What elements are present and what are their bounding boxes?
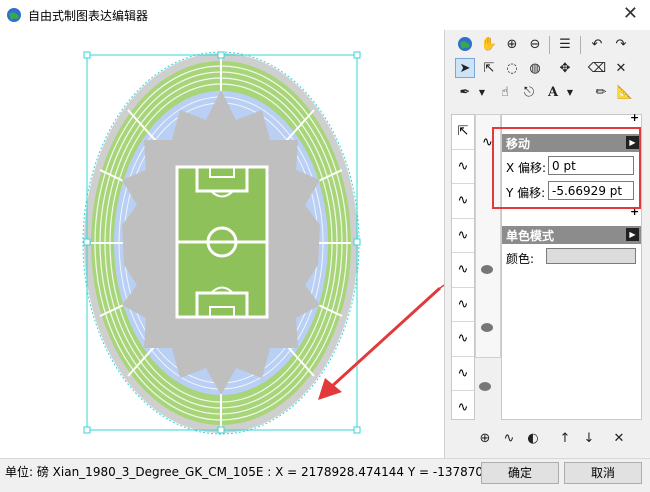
direct-select-icon[interactable]: ⇱ bbox=[479, 58, 499, 78]
properties-icon[interactable]: ☰ bbox=[555, 34, 575, 54]
pan-hand-icon[interactable]: ✋ bbox=[479, 34, 499, 54]
highlight-box bbox=[492, 127, 641, 209]
ok-button[interactable]: 确定 bbox=[481, 462, 559, 484]
play-icon[interactable]: ▶ bbox=[626, 228, 639, 241]
style-item[interactable]: ∿ bbox=[452, 322, 474, 357]
toolbar-row-3: ✒ ▼ ☝ ⎋ A ▼ ✏ 📐 bbox=[455, 82, 645, 104]
drawing-canvas[interactable] bbox=[0, 30, 444, 458]
style-list[interactable]: ⇱ ∿ ∿ ∿ ∿ ∿ ∿ ∿ ∿ bbox=[451, 114, 475, 420]
stadium-drawing[interactable] bbox=[0, 30, 444, 458]
editor-window: 自由式制图表达编辑器 ✕ ✋ ⊕ ⊖ ☰ ↶ ↷ ➤ ⇱ ◌ ◍ ✥ ⌫ ✕ ✒… bbox=[0, 0, 650, 492]
style-item[interactable]: ∿ bbox=[452, 150, 474, 184]
reshape-icon[interactable]: ☝ bbox=[495, 82, 515, 102]
lasso-select-icon[interactable]: ◌ bbox=[502, 58, 522, 78]
layer-fill-icon[interactable] bbox=[481, 323, 493, 332]
style-item[interactable]: ∿ bbox=[452, 288, 474, 322]
select-arrow-icon[interactable]: ➤ bbox=[455, 58, 475, 78]
color-panel-header: 单色模式 ▶ bbox=[502, 226, 641, 244]
globe-icon bbox=[7, 8, 21, 22]
style-item[interactable]: ∿ bbox=[452, 219, 474, 253]
measure-icon[interactable]: ✏ bbox=[591, 82, 611, 102]
ruler-icon[interactable]: 📐 bbox=[615, 82, 635, 102]
move-icon[interactable]: ✥ bbox=[555, 58, 575, 78]
move-down-icon[interactable]: ↓ bbox=[579, 428, 599, 448]
color-panel-title: 单色模式 bbox=[506, 229, 555, 243]
color-label: 颜色: bbox=[506, 252, 535, 266]
lasso-select-alt-icon[interactable]: ◍ bbox=[525, 58, 545, 78]
title-bar: 自由式制图表达编辑器 ✕ bbox=[0, 0, 650, 30]
undo-icon[interactable]: ↶ bbox=[587, 34, 607, 54]
remove-layer-icon[interactable]: ✕ bbox=[609, 428, 629, 448]
style-item[interactable]: ⇱ bbox=[452, 115, 474, 150]
style-item[interactable]: ∿ bbox=[452, 391, 474, 425]
move-up-icon[interactable]: ↑ bbox=[555, 428, 575, 448]
style-item[interactable]: ∿ bbox=[452, 184, 474, 219]
globe-icon[interactable] bbox=[455, 34, 475, 54]
zoom-out-icon[interactable]: ⊖ bbox=[525, 34, 545, 54]
status-bar: 单位: 磅 Xian_1980_3_Degree_GK_CM_105E : X … bbox=[0, 458, 650, 492]
redo-icon[interactable]: ↷ bbox=[611, 34, 631, 54]
toolbar-row-2: ➤ ⇱ ◌ ◍ ✥ ⌫ ✕ bbox=[455, 58, 645, 80]
layer-fill-icon[interactable] bbox=[479, 382, 491, 391]
text-tool-icon[interactable]: A bbox=[543, 82, 563, 102]
status-text: 单位: 磅 Xian_1980_3_Degree_GK_CM_105E : X … bbox=[5, 465, 541, 479]
layer-fill-icon[interactable] bbox=[481, 265, 493, 274]
tool-panel: ✋ ⊕ ⊖ ☰ ↶ ↷ ➤ ⇱ ◌ ◍ ✥ ⌫ ✕ ✒ ▼ ☝ ⎋ A ▼ ✏ … bbox=[444, 30, 650, 458]
chevron-down-icon[interactable]: ▼ bbox=[565, 82, 575, 102]
add-line-layer-icon[interactable]: ∿ bbox=[499, 428, 519, 448]
expand-plus-icon[interactable]: + bbox=[630, 111, 639, 124]
close-icon[interactable]: ✕ bbox=[623, 3, 638, 24]
layer-toolbar: ⊕ ∿ ◐ ↑ ↓ ✕ bbox=[445, 428, 650, 458]
style-item[interactable]: ∿ bbox=[452, 357, 474, 391]
style-item[interactable]: ∿ bbox=[452, 253, 474, 288]
clip-icon[interactable]: ⎋ bbox=[519, 82, 539, 102]
toolbar-row-1: ✋ ⊕ ⊖ ☰ ↶ ↷ bbox=[455, 34, 645, 56]
cancel-button[interactable]: 取消 bbox=[564, 462, 642, 484]
color-swatch[interactable] bbox=[546, 248, 636, 264]
zoom-in-icon[interactable]: ⊕ bbox=[502, 34, 522, 54]
eraser-icon[interactable]: ⌫ bbox=[587, 58, 607, 78]
delete-x-icon[interactable]: ✕ bbox=[611, 58, 631, 78]
add-fill-layer-icon[interactable]: ◐ bbox=[523, 428, 543, 448]
add-layer-icon[interactable]: ⊕ bbox=[475, 428, 495, 448]
add-vertex-icon[interactable]: ✒ bbox=[455, 82, 475, 102]
window-title: 自由式制图表达编辑器 bbox=[28, 9, 149, 23]
chevron-down-icon[interactable]: ▼ bbox=[477, 82, 487, 102]
